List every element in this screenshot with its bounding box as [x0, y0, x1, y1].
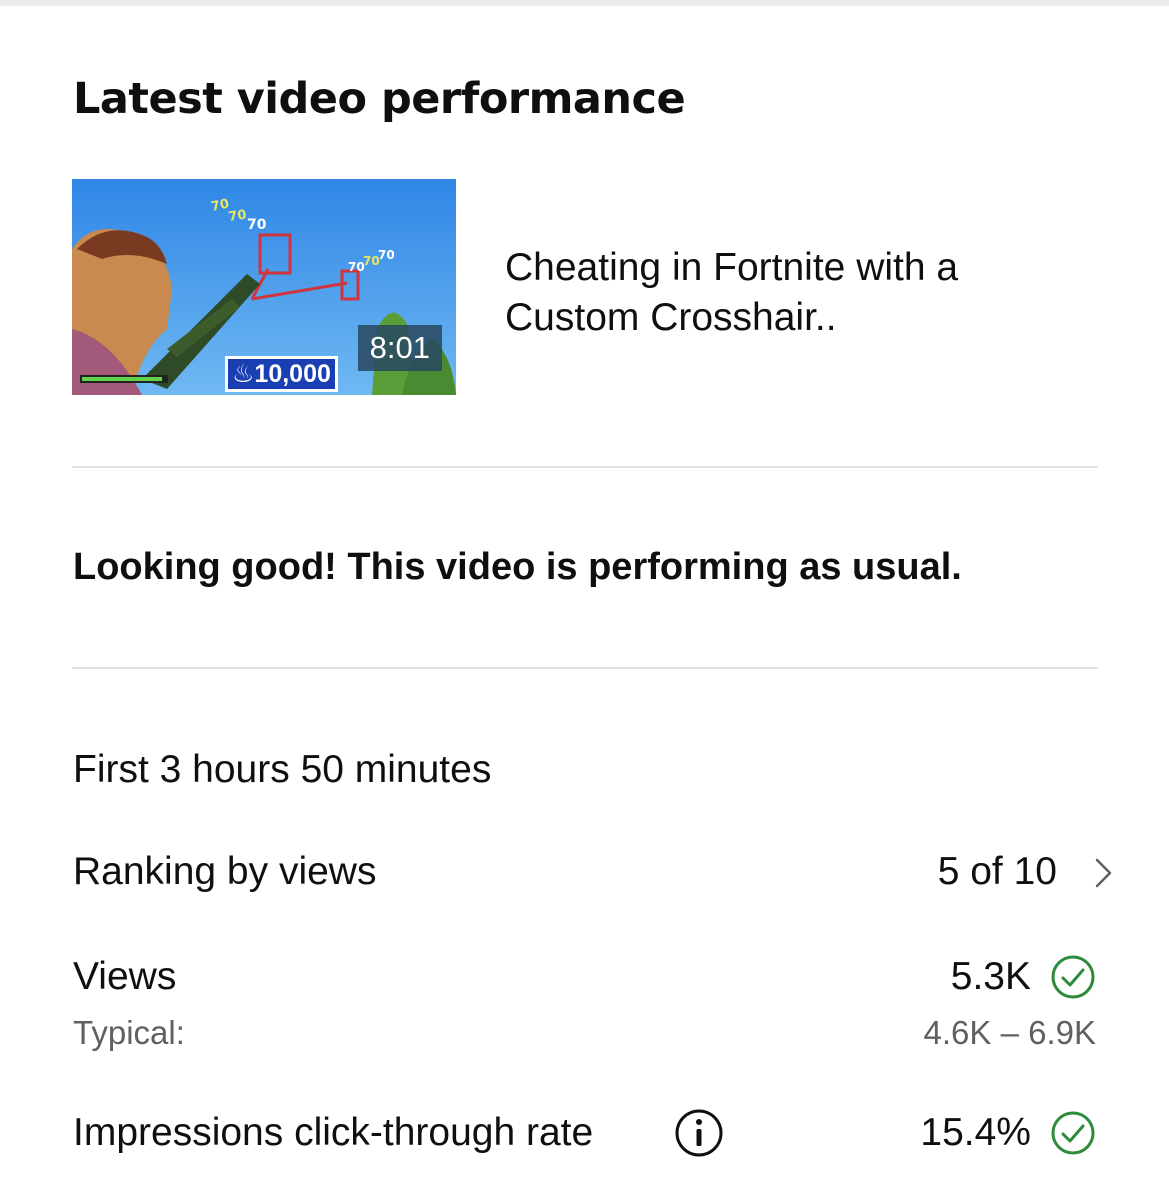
info-icon[interactable]	[674, 1108, 724, 1163]
ctr-label: Impressions click-through rate	[73, 1111, 594, 1154]
ranking-label: Ranking by views	[73, 850, 377, 893]
flame-icon: ♨	[232, 360, 255, 388]
views-label: Views	[73, 955, 177, 998]
card-title: Latest video performance	[73, 74, 686, 124]
svg-text:70: 70	[378, 248, 395, 262]
typical-range: 4.6K – 6.9K	[923, 1014, 1096, 1051]
typical-label: Typical:	[73, 1014, 185, 1051]
video-title[interactable]: Cheating in Fortnite with a Custom Cross…	[505, 243, 1065, 343]
top-strip	[0, 0, 1169, 6]
divider	[72, 667, 1098, 669]
ranking-value: 5 of 10	[937, 850, 1057, 893]
thumbnail-badge-text: 10,000	[254, 360, 331, 388]
video-duration: 8:01	[357, 325, 442, 371]
time-period: First 3 hours 50 minutes	[73, 748, 492, 791]
check-circle-icon	[1050, 1110, 1096, 1161]
views-value: 5.3K	[950, 955, 1031, 998]
svg-text:70: 70	[227, 208, 247, 225]
divider	[72, 466, 1098, 468]
video-thumbnail[interactable]: 70 70 70 70 70 70 ♨10,000 8:01	[72, 179, 456, 395]
status-message: Looking good! This video is performing a…	[73, 546, 962, 588]
svg-text:70: 70	[247, 217, 267, 233]
thumbnail-badge: ♨10,000	[225, 356, 338, 392]
check-circle-icon	[1050, 954, 1096, 1005]
chevron-right-icon[interactable]	[1093, 857, 1115, 894]
ctr-value: 15.4%	[920, 1111, 1031, 1154]
